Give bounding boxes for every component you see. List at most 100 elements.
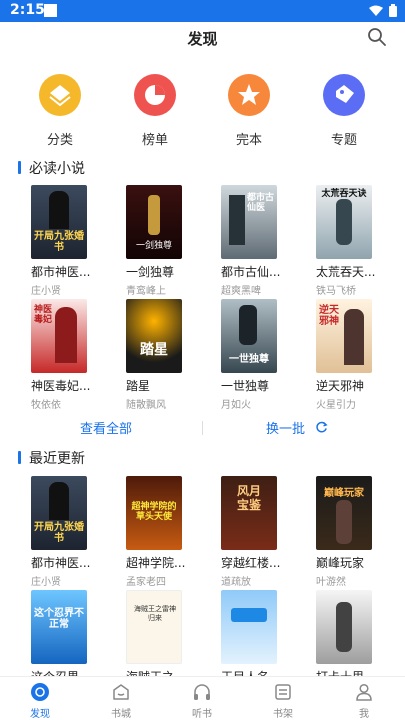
book-author: 月如火 <box>221 400 251 411</box>
book-cover: 神医毒妃 <box>31 299 87 373</box>
section-accent-bar <box>18 451 21 464</box>
book-cover <box>316 590 372 664</box>
nav-discover[interactable]: 发现 <box>15 682 65 720</box>
book-cover: 一世独尊 <box>221 299 277 373</box>
refresh-icon[interactable] <box>315 421 328 434</box>
category-label: 完本 <box>235 133 262 148</box>
book-card[interactable]: 王目人名... <box>221 590 281 687</box>
book-card[interactable]: 神医毒妃 神医毒妃... 牧依依 <box>31 299 91 411</box>
book-title: 巅峰玩家 <box>316 556 365 570</box>
category-label: 榜单 <box>141 133 168 148</box>
book-cover: 开局九张婚书 <box>31 476 87 550</box>
book-author: 道疏放 <box>221 577 251 588</box>
category-shortcuts: 分类 榜单 完本 专题 <box>0 74 405 150</box>
app-header: 发现 <box>0 22 405 54</box>
book-author: 庄小贤 <box>31 286 61 297</box>
book-card[interactable]: 逆天邪神 逆天邪神 火星引力 <box>316 299 376 411</box>
bookshelf-icon <box>275 684 291 700</box>
book-card[interactable]: 踏星 踏星 随散飘风 <box>126 299 186 411</box>
book-card[interactable]: 超神学院的草头天使 超神学院... 孟家老四 <box>126 476 186 588</box>
view-all-button[interactable]: 查看全部 <box>80 418 132 437</box>
section-header-must-read: 必读小说 <box>0 158 405 178</box>
book-cover: 这个忍界不正常 <box>31 590 87 664</box>
category-label: 分类 <box>46 133 73 148</box>
nav-label: 听书 <box>192 709 212 720</box>
book-title: 踏星 <box>126 379 151 393</box>
book-author: 铁马飞桥 <box>316 286 356 297</box>
category-topics[interactable]: 专题 <box>314 74 374 148</box>
profile-icon <box>356 683 372 701</box>
book-card[interactable]: 打卡十里... <box>316 590 376 687</box>
search-icon[interactable] <box>367 27 387 47</box>
discover-icon <box>31 683 49 701</box>
section-title: 必读小说 <box>29 161 85 177</box>
book-cover: 巅峰玩家 <box>316 476 372 550</box>
book-card[interactable]: 巅峰玩家 巅峰玩家 叶游然 <box>316 476 376 588</box>
wifi-icon <box>369 5 383 16</box>
book-card[interactable]: 海贼王之雷神归来 海贼王之... <box>126 590 186 687</box>
book-author: 牧依依 <box>31 400 61 411</box>
book-author: 叶游然 <box>316 577 346 588</box>
book-author: 青鸾峰上 <box>126 286 166 297</box>
category-classify[interactable]: 分类 <box>30 74 90 148</box>
section-header-recent: 最近更新 <box>0 448 405 468</box>
book-card[interactable]: 开局九张婚书 都市神医... 庄小贤 <box>31 476 91 588</box>
book-title: 一剑独尊 <box>126 265 175 279</box>
category-label: 专题 <box>330 133 357 148</box>
book-title: 穿越红楼... <box>221 556 281 570</box>
list-actions: 查看全部 换一批 <box>0 418 405 438</box>
book-cover: 开局九张婚书 <box>31 185 87 259</box>
book-title: 逆天邪神 <box>316 379 365 393</box>
book-card[interactable]: 都市古仙医 都市古仙... 超爽黑啤 <box>221 185 281 297</box>
book-cover: 踏星 <box>126 299 182 373</box>
book-author: 孟家老四 <box>126 577 166 588</box>
book-title: 神医毒妃... <box>31 379 91 393</box>
book-author: 庄小贤 <box>31 577 61 588</box>
bottom-nav: 发现 书城 听书 书架 我 <box>0 676 405 720</box>
headphones-icon <box>194 684 210 700</box>
battery-icon <box>389 4 397 17</box>
nav-bookshelf[interactable]: 书架 <box>258 682 308 720</box>
status-time: 2:15 <box>10 2 45 18</box>
book-title: 都市古仙... <box>221 265 281 279</box>
nav-label: 发现 <box>30 709 50 720</box>
status-indicators <box>369 4 397 17</box>
book-card[interactable]: 风月宝鉴 穿越红楼... 道疏放 <box>221 476 281 588</box>
book-card[interactable]: 一世独尊 一世独尊 月如火 <box>221 299 281 411</box>
book-title: 都市神医... <box>31 556 91 570</box>
book-cover: 超神学院的草头天使 <box>126 476 182 550</box>
ranking-icon <box>134 74 176 116</box>
book-cover: 逆天邪神 <box>316 299 372 373</box>
nav-label: 书城 <box>111 709 131 720</box>
refresh-button[interactable]: 换一批 <box>266 418 305 437</box>
category-completed[interactable]: 完本 <box>219 74 279 148</box>
book-card[interactable]: 一剑独尊 一剑独尊 青鸾峰上 <box>126 185 186 297</box>
book-cover: 都市古仙医 <box>221 185 277 259</box>
nav-label: 我 <box>359 709 369 720</box>
status-bar: 2:15 <box>0 0 405 22</box>
nav-bookstore[interactable]: 书城 <box>96 682 146 720</box>
category-ranking[interactable]: 榜单 <box>125 74 185 148</box>
book-author: 火星引力 <box>316 400 356 411</box>
book-cover <box>221 590 277 664</box>
nav-profile[interactable]: 我 <box>339 682 389 720</box>
nav-audiobooks[interactable]: 听书 <box>177 682 227 720</box>
book-cover: 风月宝鉴 <box>221 476 277 550</box>
book-card[interactable]: 开局九张婚书 都市神医... 庄小贤 <box>31 185 91 297</box>
book-title: 一世独尊 <box>221 379 270 393</box>
bookstore-icon <box>113 684 129 700</box>
book-title: 超神学院... <box>126 556 186 570</box>
section-title: 最近更新 <box>29 451 85 467</box>
book-cover: 一剑独尊 <box>126 185 182 259</box>
book-card[interactable]: 这个忍界不正常 这个忍界... <box>31 590 91 687</box>
book-title: 太荒吞天... <box>316 265 376 279</box>
divider <box>202 421 203 435</box>
section-accent-bar <box>18 161 21 174</box>
book-card[interactable]: 太荒吞天诀 太荒吞天... 铁马飞桥 <box>316 185 376 297</box>
notification-icon <box>44 4 57 17</box>
book-author: 超爽黑啤 <box>221 286 261 297</box>
book-cover: 海贼王之雷神归来 <box>126 590 182 664</box>
book-cover: 太荒吞天诀 <box>316 185 372 259</box>
tag-icon <box>323 74 365 116</box>
star-icon <box>228 74 270 116</box>
